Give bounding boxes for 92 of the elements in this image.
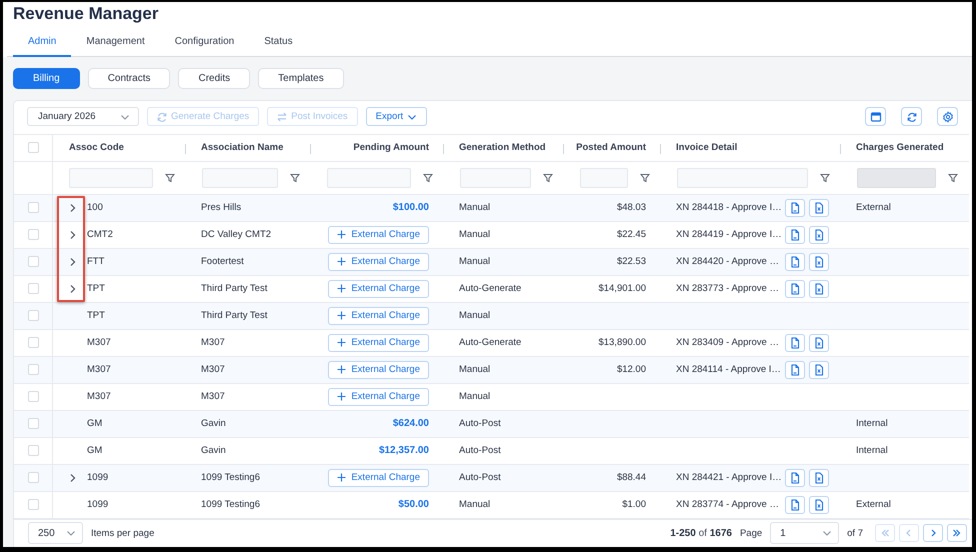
table-cell-text: XN 284420 - Approve … (676, 256, 780, 268)
amount-text: $50.00 (398, 499, 429, 510)
table-cell: $1.00 (622, 499, 646, 510)
table-cell: Auto-Generate (459, 283, 522, 294)
table-cell: XN 284114 - Approve I… (676, 364, 781, 376)
external-charge-button[interactable]: External Charge (328, 360, 429, 379)
nav-tab[interactable]: Management (71, 28, 160, 57)
sub-tab[interactable]: Templates (258, 68, 344, 89)
table-cell: TPT (87, 283, 105, 294)
table-cell: 1099 Testing6 (201, 499, 260, 510)
page-count: of 7 (847, 528, 863, 539)
table-cell: M307 (87, 391, 111, 402)
export-button[interactable]: Export (366, 107, 428, 126)
table-cell: 100 (87, 202, 103, 214)
sub-tab[interactable]: Credits (178, 68, 250, 89)
external-charge-button[interactable]: External Charge (328, 334, 429, 352)
table-cell-text: XN 283774 - Approve … (676, 499, 780, 510)
table-cell: $88.44 (616, 472, 646, 484)
external-charge-button[interactable]: External Charge (328, 252, 429, 271)
table-cell: $12.00 (616, 364, 646, 376)
table-cell: M307 (201, 391, 225, 402)
sub-tab[interactable]: Contracts (88, 68, 170, 89)
column-header[interactable]: Generation Method (459, 142, 546, 154)
table-cell: Manual (459, 391, 490, 402)
table-cell-text: XN 283409 - Approve … (676, 337, 780, 348)
app-title: Revenue Manager (13, 4, 160, 25)
column-header[interactable]: Posted Amount (576, 142, 646, 154)
table-cell: Manual (459, 202, 490, 214)
table-cell: M307 (87, 337, 111, 348)
table-cell: M307 (201, 364, 225, 376)
range-text: 1-250 of 1676 (670, 528, 732, 539)
table-cell: External (856, 499, 891, 510)
table-cell: Auto-Post (459, 472, 501, 484)
table-cell: Auto-Post (459, 418, 501, 430)
external-charge-button[interactable]: External Charge (328, 226, 429, 244)
column-header[interactable]: Charges Generated (856, 142, 944, 154)
table-cell: Gavin (201, 418, 226, 430)
table-cell: Auto-Post (459, 445, 501, 456)
table-cell: $48.03 (616, 202, 646, 214)
table-cell: $22.53 (616, 256, 646, 268)
nav-tab[interactable]: Admin (13, 28, 72, 57)
page-size-label: Items per page (91, 528, 154, 539)
page-dropdown[interactable]: 1 (770, 522, 840, 544)
table-cell: XN 284418 - Approve I… (676, 202, 781, 214)
table-cell: GM (87, 418, 102, 430)
table-cell: XN 284421 - Approve I… (676, 472, 781, 484)
column-header[interactable]: Pending Amount (353, 142, 429, 154)
amount-text: $12,357.00 (378, 445, 429, 456)
table-cell: FTT (87, 256, 104, 268)
external-charge-button[interactable]: External Charge (328, 280, 429, 298)
table-cell: 1099 (87, 472, 108, 484)
table-cell: Manual (459, 310, 490, 322)
table-cell: Pres Hills (201, 202, 242, 214)
table-cell: $14,901.00 (598, 283, 646, 294)
table-cell: External (856, 202, 891, 214)
table-cell: Auto-Generate (459, 337, 522, 348)
table-cell: Internal (856, 418, 888, 430)
amount-text: $100.00 (392, 202, 429, 214)
nav-tab[interactable]: Status (249, 28, 308, 57)
page-label: Page (740, 528, 762, 539)
month-dropdown[interactable]: January 2026 (27, 107, 139, 126)
table-cell: TPT (87, 310, 105, 322)
column-header[interactable]: Association Name (201, 142, 284, 154)
table-cell: Third Party Test (201, 310, 268, 322)
external-charge-button[interactable]: External Charge (328, 468, 429, 487)
table-cell: Gavin (201, 445, 226, 456)
table-cell: DC Valley CMT2 (201, 229, 272, 240)
page-size-dropdown[interactable]: 250 (28, 522, 83, 544)
table-cell-text: XN 283773 - Approve … (676, 283, 780, 294)
table-cell: Third Party Test (201, 283, 268, 294)
table-cell: 1099 (87, 499, 108, 510)
table-cell: M307 (87, 364, 111, 376)
amount-text: $624.00 (392, 418, 429, 430)
table-cell: Manual (459, 364, 490, 376)
column-header[interactable]: Assoc Code (69, 142, 124, 154)
table-cell: Footertest (201, 256, 244, 268)
external-charge-button[interactable]: External Charge (328, 306, 429, 325)
external-charge-button[interactable]: External Charge (328, 388, 429, 406)
sub-tab[interactable]: Billing (13, 68, 80, 89)
table-cell: GM (87, 445, 102, 456)
table-cell: XN 284419 - Approve I… (676, 229, 781, 240)
table-cell: 1099 Testing6 (201, 472, 260, 484)
table-cell: M307 (201, 337, 225, 348)
column-header[interactable]: Invoice Detail (676, 142, 738, 154)
table-cell: Manual (459, 229, 490, 240)
table-cell: $13,890.00 (598, 337, 646, 348)
table-cell: $22.45 (616, 229, 646, 240)
nav-tab[interactable]: Configuration (160, 28, 250, 57)
table-cell: CMT2 (87, 229, 113, 240)
table-cell: Internal (856, 445, 888, 456)
table-cell: Manual (459, 499, 490, 510)
table-cell: Manual (459, 256, 490, 268)
